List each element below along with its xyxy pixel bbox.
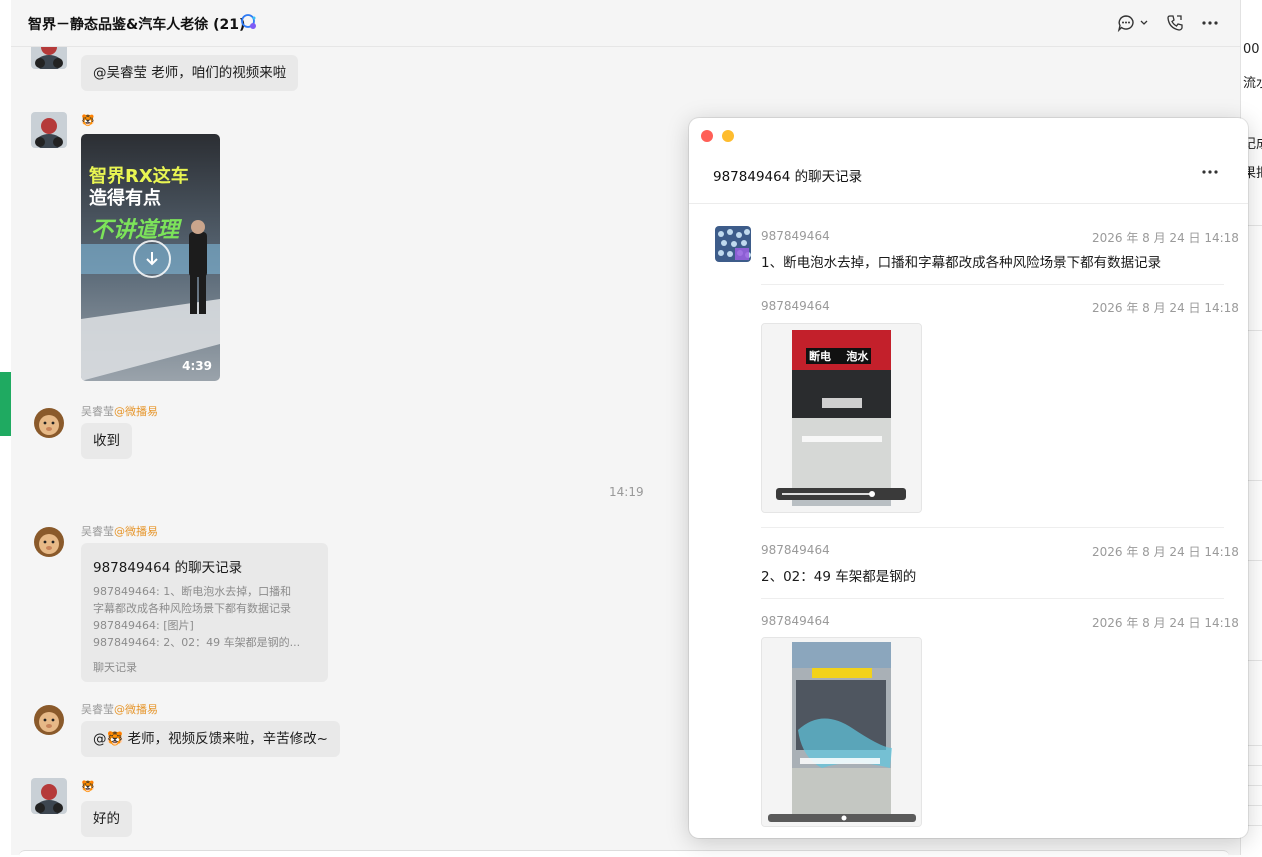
avatar[interactable]: [31, 522, 67, 558]
chat-record-window-title: 987849464 的聊天记录: [713, 169, 863, 185]
video-message[interactable]: 智界RX这车 造得有点 不讲道理 4:39: [81, 134, 220, 381]
video-duration: 4:39: [182, 359, 212, 373]
record-sender: 987849464: [761, 229, 830, 243]
avatar[interactable]: [31, 778, 67, 814]
more-dots-icon: [1202, 170, 1218, 174]
chat-header: 智界－静态品鉴&汽车人老徐 (21): [11, 0, 1240, 47]
input-area-edge[interactable]: [19, 850, 1229, 857]
window-minimize-button[interactable]: [722, 130, 734, 142]
record-sender: 987849464: [761, 543, 830, 557]
chat-mode-button[interactable]: [1114, 11, 1154, 35]
avatar[interactable]: [31, 700, 67, 736]
chat-record-line: 987849464: 2、02：49 车架都是钢的...: [93, 636, 301, 649]
avatar[interactable]: [31, 112, 67, 148]
download-button[interactable]: [133, 240, 171, 278]
chat-record-card[interactable]: 987849464 的聊天记录 987849464: 1、断电泡水去掉，口播和 …: [81, 543, 328, 682]
video-overlay-text: 不讲道理: [91, 218, 180, 243]
chat-record-line: 987849464: [图片]: [93, 619, 194, 632]
chat-record-window: 987849464 的聊天记录 987849464 2026 年 8 月 24 …: [689, 118, 1248, 838]
record-text[interactable]: 1、断电泡水去掉，口播和字幕都改成各种风险场景下都有数据记录: [761, 251, 1161, 271]
record-image[interactable]: [761, 637, 922, 827]
more-options-button[interactable]: [1196, 11, 1224, 35]
avatar[interactable]: [31, 403, 67, 439]
record-time: 2026 年 8 月 24 日 14:18: [1092, 231, 1239, 245]
left-accent-bar: [0, 372, 11, 436]
sender-name: 🐯: [81, 780, 95, 793]
record-sender: 987849464: [761, 614, 830, 628]
chat-record-title: 987849464 的聊天记录: [93, 560, 243, 576]
record-sender: 987849464: [761, 299, 830, 313]
call-button[interactable]: [1161, 11, 1189, 35]
chat-record-line: 987849464: 1、断电泡水去掉，口播和: [93, 585, 292, 598]
record-text[interactable]: 2、02：49 车架都是钢的: [761, 565, 916, 585]
time-divider: 14:19: [609, 485, 644, 499]
sender-name: 吴睿莹@微播易: [81, 525, 158, 538]
record-time: 2026 年 8 月 24 日 14:18: [1092, 545, 1239, 559]
phone-icon: [1167, 15, 1183, 31]
record-image-thumbnail: [762, 638, 921, 826]
record-time: 2026 年 8 月 24 日 14:18: [1092, 301, 1239, 315]
message-bubble[interactable]: 好的: [81, 801, 132, 837]
group-chat-icon[interactable]: [240, 13, 258, 35]
record-image[interactable]: 断电 泡水: [761, 323, 922, 513]
chat-title: 智界－静态品鉴&汽车人老徐 (21): [28, 17, 246, 33]
more-dots-icon: [1202, 21, 1218, 25]
message-bubble[interactable]: @吴睿莹 老师，咱们的视频来啦: [81, 55, 299, 91]
background-text: 00: [1243, 42, 1260, 57]
avatar[interactable]: [715, 226, 751, 262]
chat-record-more-button[interactable]: [1197, 162, 1223, 182]
message-bubble[interactable]: 收到: [81, 423, 132, 459]
avatar[interactable]: [31, 47, 67, 69]
window-close-button[interactable]: [701, 130, 713, 142]
sender-name: 吴睿莹@微播易: [81, 405, 158, 418]
sender-name: 🐯: [81, 114, 95, 127]
sender-name: 吴睿莹@微播易: [81, 703, 158, 716]
background-text: 流水: [1243, 76, 1262, 91]
chat-record-line: 字幕都改成各种风险场景下都有数据记录: [93, 602, 291, 615]
message-bubble[interactable]: @🐯 老师，视频反馈来啦，辛苦修改~: [81, 721, 340, 757]
video-overlay-text: 造得有点: [89, 188, 161, 209]
image-caption: 断电 泡水: [806, 348, 872, 364]
message-bubble-icon: [1117, 15, 1148, 32]
chat-record-footer: 聊天记录: [93, 661, 137, 674]
download-arrow-icon: [146, 252, 158, 266]
record-time: 2026 年 8 月 24 日 14:18: [1092, 616, 1239, 630]
